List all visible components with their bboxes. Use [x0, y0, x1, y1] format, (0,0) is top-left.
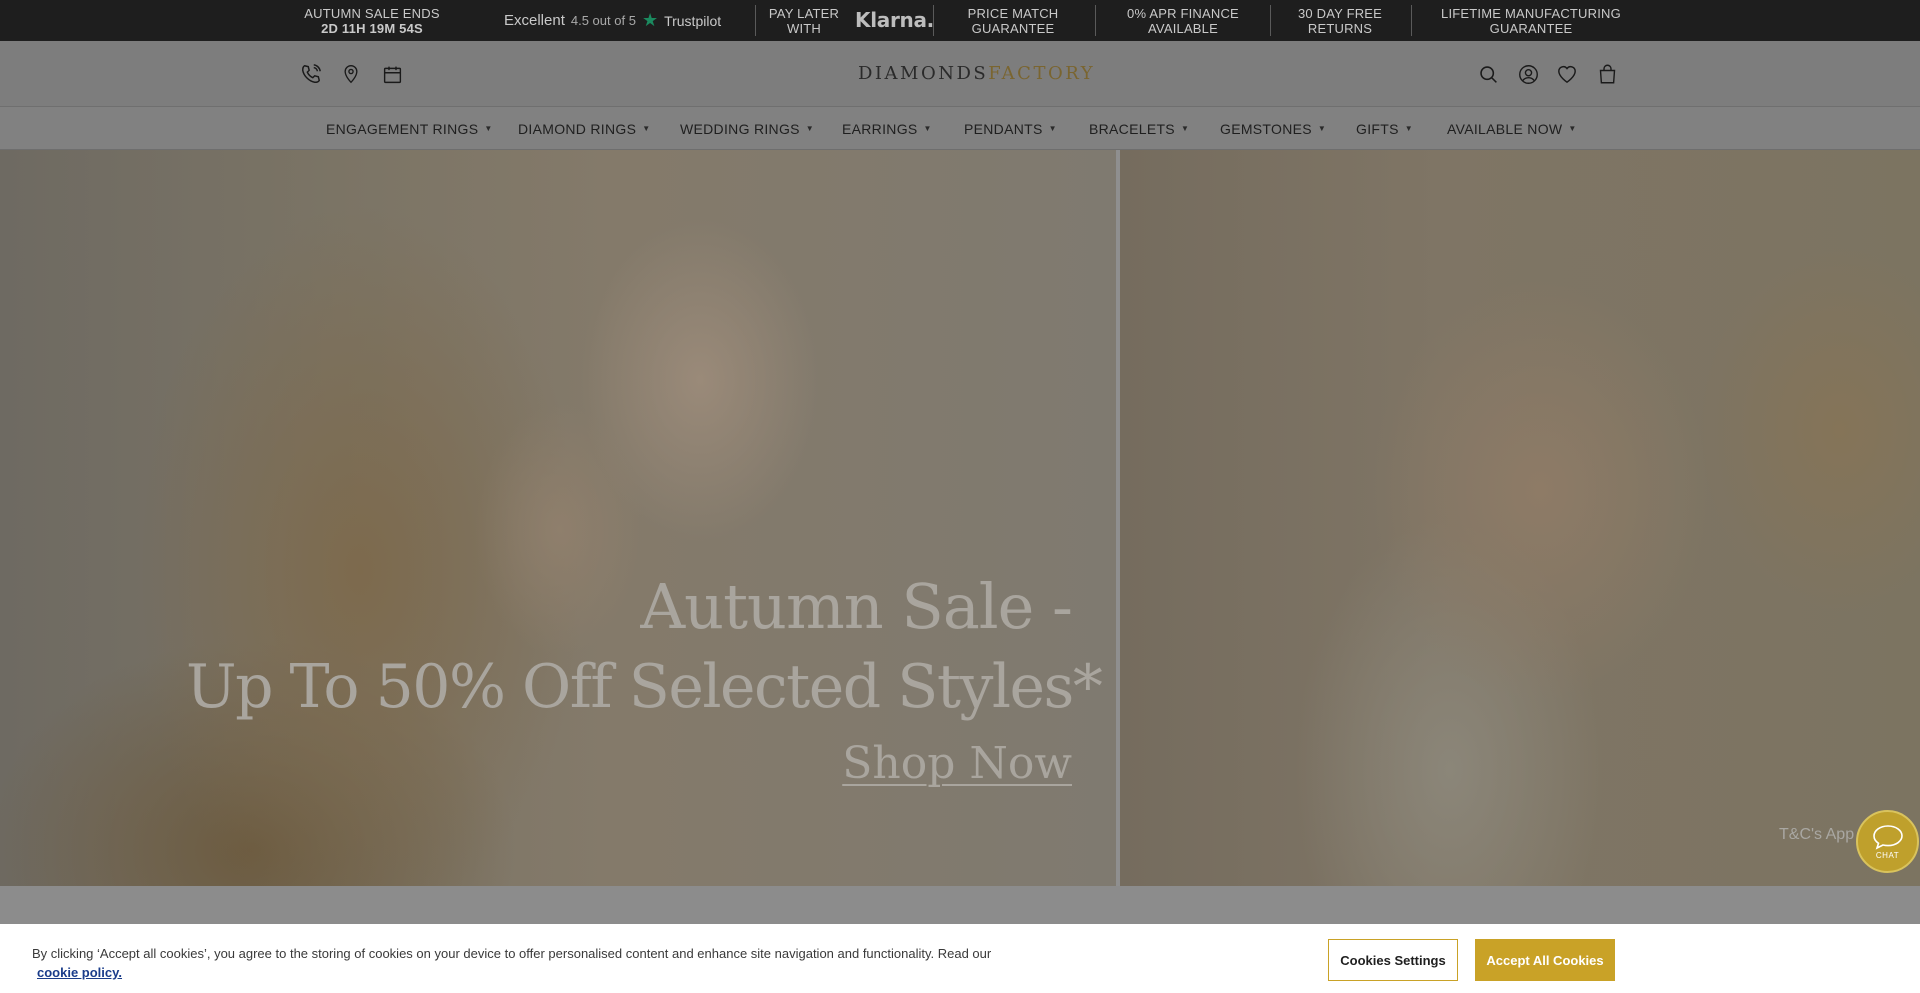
chevron-down-icon: ▼	[805, 124, 815, 133]
nav-item-label: AVAILABLE NOW	[1447, 120, 1563, 137]
account-icon[interactable]	[1515, 61, 1541, 87]
chat-button[interactable]: CHAT	[1856, 810, 1919, 873]
klarna-logo: Klarna.	[855, 8, 934, 32]
pay-later-line2: WITH	[786, 20, 821, 36]
location-pin-icon[interactable]	[338, 61, 364, 87]
cookie-message: By clicking ‘Accept all cookies’, you ag…	[32, 944, 1072, 982]
sale-label: AUTUMN SALE ENDS	[304, 5, 440, 21]
nav-item-gemstones[interactable]: GEMSTONES ▼	[1220, 107, 1326, 150]
trustpilot-rating-text: Excellent	[504, 12, 565, 29]
trustpilot-brand: Trustpilot	[664, 12, 722, 29]
nav-item-label: GIFTS	[1356, 120, 1399, 137]
nav-item-label: BRACELETS	[1089, 120, 1175, 137]
apr-finance-info: 0% APR FINANCE AVAILABLE	[1104, 0, 1262, 41]
returns-line1: 30 DAY FREE	[1297, 5, 1383, 21]
tcs-apply-text: T&C's App	[1779, 826, 1855, 843]
nav-item-pendants[interactable]: PENDANTS ▼	[964, 107, 1057, 150]
chevron-down-icon: ▼	[1404, 124, 1413, 133]
divider	[755, 5, 756, 36]
price-match-line2: GUARANTEE	[971, 20, 1055, 36]
chevron-down-icon: ▼	[484, 124, 493, 133]
nav-item-wedding-rings[interactable]: WEDDING RINGS ▼	[680, 107, 814, 150]
nav-item-label: GEMSTONES	[1220, 120, 1312, 137]
free-returns-info: 30 DAY FREE RETURNS	[1280, 0, 1400, 41]
divider	[1411, 5, 1412, 36]
cookies-settings-button[interactable]: Cookies Settings	[1328, 939, 1458, 981]
chat-bubble-icon	[1872, 824, 1903, 850]
nav-item-bracelets[interactable]: BRACELETS ▼	[1089, 107, 1189, 150]
nav-item-label: EARRINGS	[842, 120, 918, 137]
nav-item-label: WEDDING RINGS	[680, 120, 800, 137]
accept-all-cookies-button[interactable]: Accept All Cookies	[1475, 939, 1615, 981]
hero-banner[interactable]: Autumn Sale - Up To 50% Off Selected Sty…	[0, 150, 1920, 886]
sale-countdown: AUTUMN SALE ENDS 2D 11H 19M 54S	[292, 0, 452, 41]
price-match-info: PRICE MATCH GUARANTEE	[945, 0, 1081, 41]
apr-line2: AVAILABLE	[1148, 20, 1218, 36]
price-match-line1: PRICE MATCH	[967, 5, 1059, 21]
returns-line2: RETURNS	[1307, 20, 1373, 36]
chevron-down-icon: ▼	[1568, 124, 1577, 133]
trustpilot-widget[interactable]: Excellent 4.5 out of 5 ★ Trustpilot	[504, 0, 721, 41]
nav-item-label: DIAMOND RINGS	[518, 120, 637, 137]
search-icon[interactable]	[1475, 61, 1501, 87]
trustpilot-star-icon: ★	[641, 10, 659, 30]
cookie-banner: By clicking ‘Accept all cookies’, you ag…	[0, 924, 1920, 993]
bag-icon[interactable]	[1594, 61, 1620, 87]
shop-now-link[interactable]: Shop Now	[842, 738, 1072, 789]
heart-icon[interactable]	[1554, 61, 1580, 87]
nav-item-gifts[interactable]: GIFTS ▼	[1356, 107, 1413, 150]
chevron-down-icon: ▼	[1180, 124, 1190, 133]
hero-title-line2: Up To 50% Off Selected Styles*	[186, 652, 1103, 722]
site-header: DIAMONDSFACTORY	[0, 41, 1920, 107]
pay-later-info: PAY LATER WITH	[764, 0, 844, 41]
cookie-policy-link[interactable]: cookie policy.	[37, 963, 122, 982]
chevron-down-icon: ▼	[642, 124, 651, 133]
nav-item-label: PENDANTS	[964, 120, 1043, 137]
divider	[1095, 5, 1096, 36]
lifetime-line1: LIFETIME MANUFACTURING	[1441, 5, 1621, 21]
announcement-bar: AUTUMN SALE ENDS 2D 11H 19M 54S Excellen…	[0, 0, 1920, 41]
page-content-strip	[0, 886, 1920, 924]
calendar-icon[interactable]	[379, 61, 405, 87]
chat-label: CHAT	[1875, 850, 1900, 860]
hero-title-line1: Autumn Sale -	[640, 570, 1073, 643]
nav-item-available-now[interactable]: AVAILABLE NOW ▼	[1447, 107, 1577, 150]
site-logo[interactable]: DIAMONDSFACTORY	[858, 63, 1095, 84]
divider	[933, 5, 934, 36]
chevron-down-icon: ▼	[1317, 124, 1327, 133]
divider	[1270, 5, 1271, 36]
nav-item-earrings[interactable]: EARRINGS ▼	[842, 107, 932, 150]
main-nav: ENGAGEMENT RINGS ▼ DIAMOND RINGS ▼ WEDDING…	[0, 107, 1920, 150]
chevron-down-icon: ▼	[1048, 124, 1057, 133]
cookie-text: By clicking ‘Accept all cookies’, you ag…	[32, 946, 992, 961]
hero-image-ring-hand	[1120, 150, 1920, 886]
trustpilot-score: 4.5 out of 5	[570, 13, 636, 28]
apr-line1: 0% APR FINANCE	[1127, 5, 1239, 21]
logo-diamonds: DIAMONDS	[858, 63, 989, 84]
nav-item-label: ENGAGEMENT RINGS	[326, 120, 479, 137]
nav-item-engagement-rings[interactable]: ENGAGEMENT RINGS ▼	[326, 107, 493, 150]
nav-item-diamond-rings[interactable]: DIAMOND RINGS ▼	[518, 107, 650, 150]
chevron-down-icon: ▼	[923, 124, 932, 133]
sale-countdown-timer: 2D 11H 19M 54S	[321, 20, 423, 36]
pay-later-line1: PAY LATER	[768, 5, 840, 21]
phone-icon[interactable]	[298, 61, 324, 87]
logo-factory: FACTORY	[988, 63, 1096, 84]
lifetime-guarantee-info: LIFETIME MANUFACTURING GUARANTEE	[1420, 0, 1642, 41]
lifetime-line2: GUARANTEE	[1489, 20, 1573, 36]
